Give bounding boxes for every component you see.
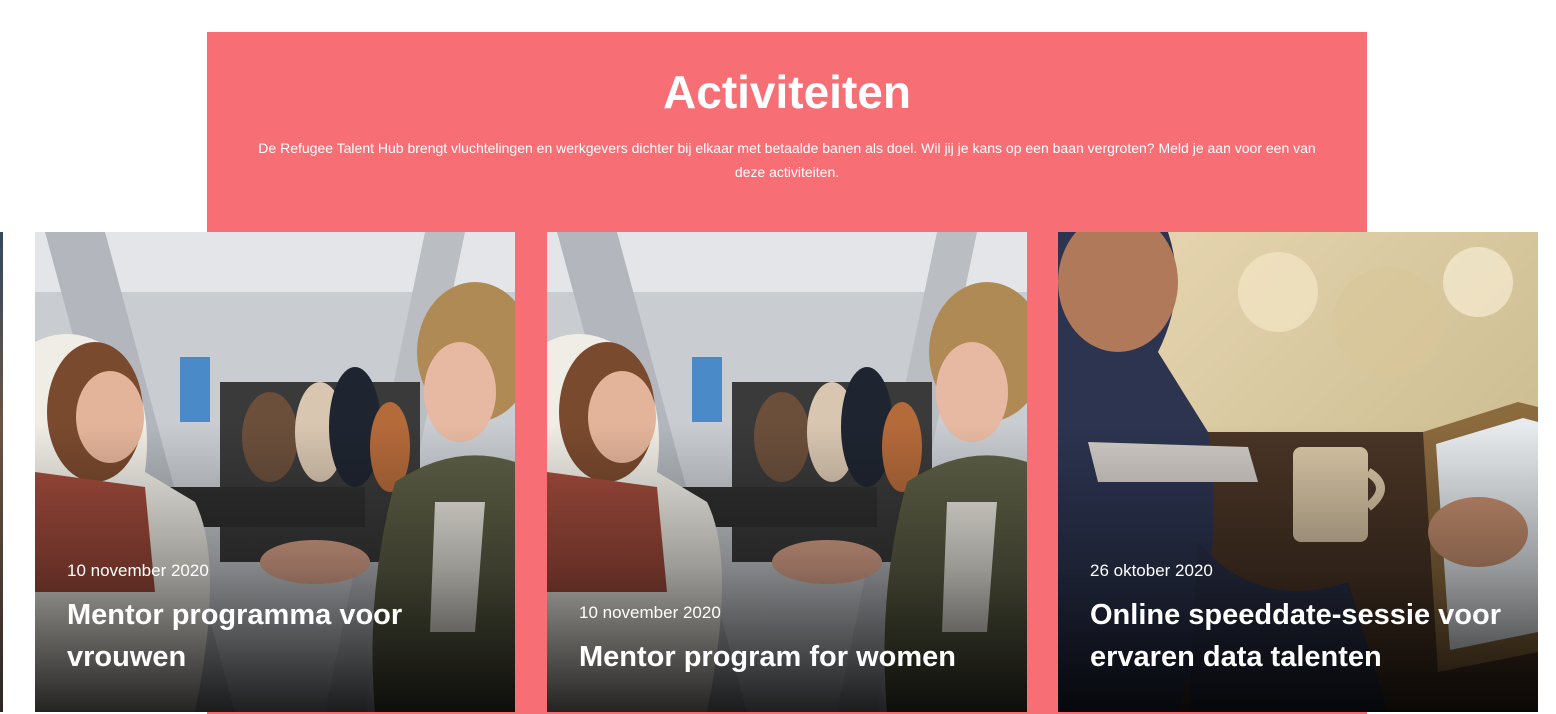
activity-card-online-speeddate[interactable]: 26 oktober 2020 Online speeddate-sessie … [1058,232,1538,712]
activity-title[interactable]: Online speeddate-sessie voor ervaren dat… [1090,594,1514,678]
activities-section: Activiteiten De Refugee Talent Hub breng… [0,0,1556,714]
activity-date: 10 november 2020 [579,603,721,622]
card-text: 10 november 2020 Mentor programma voor v… [67,560,491,678]
card-text: 10 november 2020 Mentor program for wome… [579,602,1003,678]
activity-title[interactable]: Mentor programma voor vrouwen [67,594,491,678]
activity-date: 26 oktober 2020 [1090,561,1213,580]
section-title: Activiteiten [663,66,911,118]
activity-card-mentor-program[interactable]: 10 november 2020 Mentor program for wome… [547,232,1027,712]
activity-card-mentor-programma[interactable]: 10 november 2020 Mentor programma voor v… [35,232,515,712]
card-text: 26 oktober 2020 Online speeddate-sessie … [1090,560,1514,678]
activity-date: 10 november 2020 [67,561,209,580]
section-intro: De Refugee Talent Hub brengt vluchteling… [258,140,1316,180]
activity-title[interactable]: Mentor program for women [579,636,1003,678]
previous-card-edge [0,232,3,712]
